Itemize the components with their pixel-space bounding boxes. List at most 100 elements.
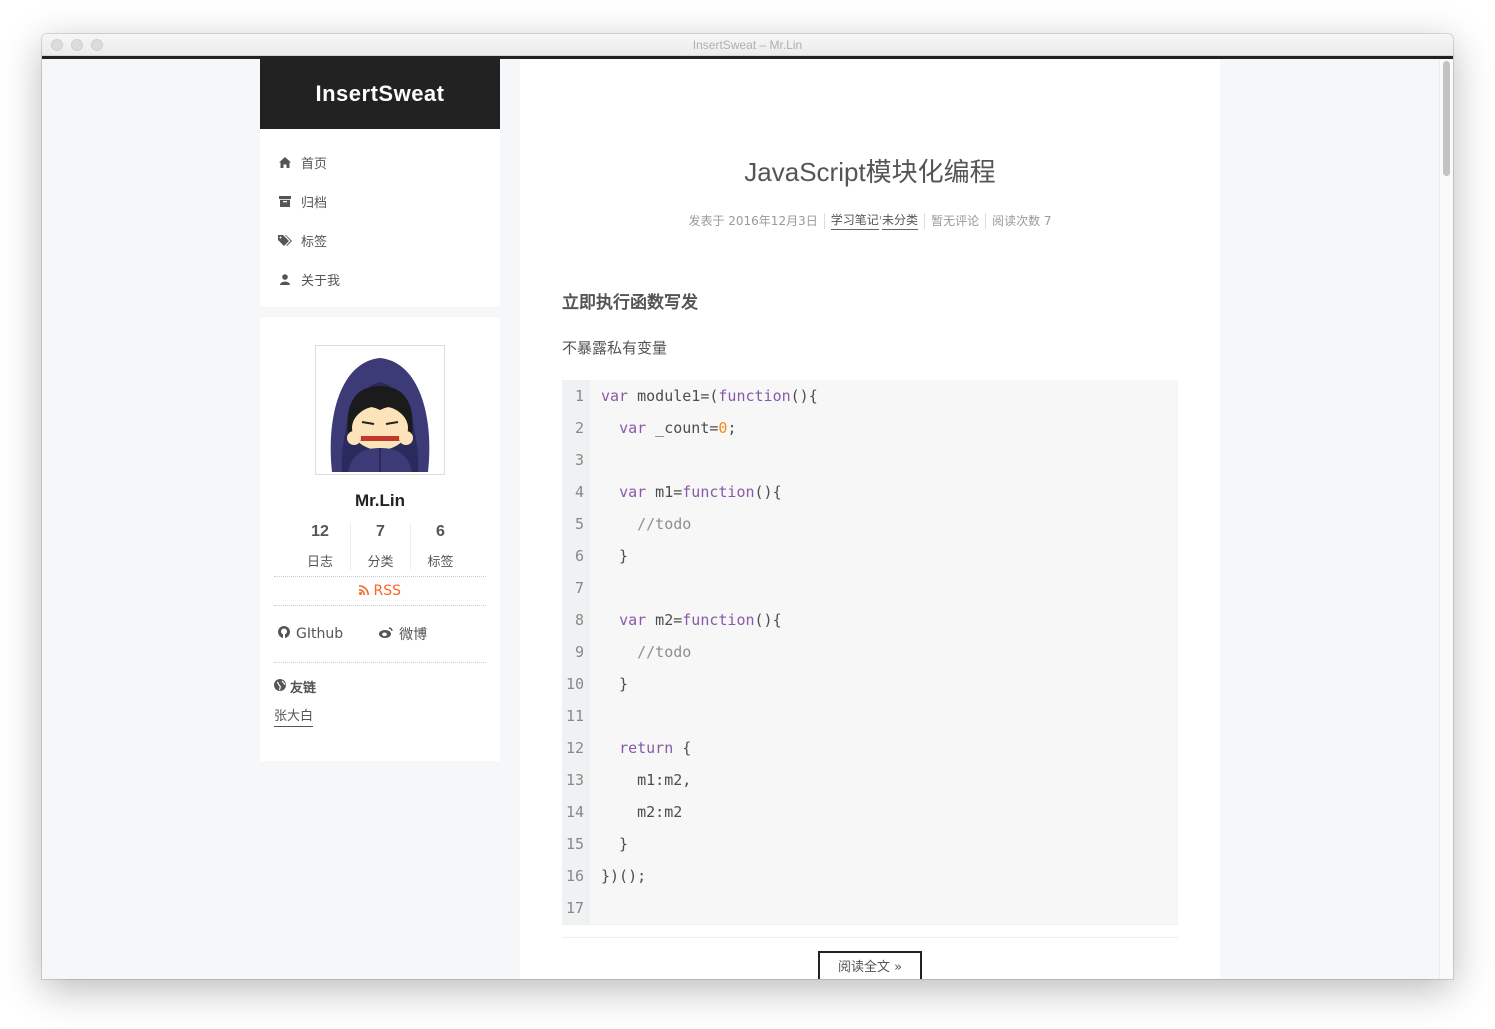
tags-icon bbox=[278, 235, 292, 246]
category-link[interactable]: 未分类 bbox=[882, 211, 919, 230]
code-block: 1 2 3 4 5 6 7 8 9 10 11 12 13 14 15 16 17 var module1=(f… bbox=[562, 380, 1178, 925]
comments-count[interactable]: 暂无评论 bbox=[931, 212, 979, 229]
github-link[interactable]: GIthub bbox=[278, 624, 343, 644]
post-divider bbox=[562, 937, 1178, 938]
post-title[interactable]: JavaScript模块化编程 bbox=[520, 152, 1220, 189]
code-line: //todo bbox=[637, 643, 692, 661]
nav-item-about[interactable]: 关于我 bbox=[260, 260, 500, 299]
meta-divider bbox=[823, 212, 825, 229]
line-number: 15 bbox=[565, 835, 584, 853]
scrollbar-thumb[interactable] bbox=[1443, 61, 1450, 176]
line-number: 2 bbox=[574, 419, 584, 437]
rss-icon bbox=[359, 583, 373, 599]
line-number: 5 bbox=[574, 515, 584, 533]
site-stats: 12 日志 7 分类 6 标签 bbox=[274, 523, 486, 570]
weibo-link[interactable]: 微博 bbox=[379, 624, 427, 644]
post-body: 立即执行函数写发 不暴露私有变量 1 2 3 4 5 6 7 8 9 10 11 12 13 14 15 16… bbox=[520, 288, 1220, 979]
nav-label: 归档 bbox=[301, 196, 328, 211]
post-date: 发表于 2016年12月3日 bbox=[688, 214, 818, 228]
window-controls bbox=[51, 39, 103, 51]
stat-label: 标签 bbox=[427, 555, 454, 570]
blogroll-title: 友链 bbox=[274, 677, 486, 696]
line-number: 12 bbox=[565, 739, 584, 757]
code-line: var m2=function(){ bbox=[619, 611, 782, 629]
stat-number: 12 bbox=[311, 523, 329, 540]
archive-icon bbox=[278, 196, 292, 207]
nav-item-archive[interactable]: 归档 bbox=[260, 182, 500, 221]
sidebar: InsertSweat 首页 归档 标签 关于我 Mr.Lin 12 日志 7 … bbox=[260, 59, 500, 761]
code-line: } bbox=[601, 835, 629, 853]
code-lines: var module1=(function(){ var _count=0; v… bbox=[590, 380, 818, 924]
code-line: m2:m2 bbox=[601, 803, 683, 821]
close-window-button[interactable] bbox=[51, 39, 63, 51]
scrollbar-track[interactable] bbox=[1439, 59, 1453, 979]
code-line: } bbox=[601, 547, 629, 565]
meta-divider bbox=[924, 212, 926, 229]
line-number: 8 bbox=[574, 611, 584, 629]
read-more-wrap: 阅读全文 » bbox=[562, 951, 1178, 979]
blogroll: 友链 张大白 bbox=[274, 663, 486, 727]
line-number: 7 bbox=[574, 579, 584, 597]
post-content: JavaScript模块化编程 发表于 2016年12月3日 学习笔记 ' 未分… bbox=[520, 59, 1220, 979]
stat-categories[interactable]: 7 分类 bbox=[350, 523, 410, 570]
nav-label: 首页 bbox=[301, 157, 328, 172]
avatar-illustration bbox=[318, 348, 442, 472]
line-numbers: 1 2 3 4 5 6 7 8 9 10 11 12 13 14 15 16 17 bbox=[562, 380, 590, 924]
line-number: 10 bbox=[565, 675, 584, 693]
line-number: 17 bbox=[565, 899, 584, 917]
code-line: m1:m2, bbox=[601, 771, 692, 789]
paragraph: 不暴露私有变量 bbox=[562, 339, 668, 357]
meta-divider bbox=[985, 212, 987, 229]
nav-label: 关于我 bbox=[301, 274, 341, 289]
blogroll-label: 友链 bbox=[290, 681, 317, 696]
minimize-window-button[interactable] bbox=[71, 39, 83, 51]
line-number: 13 bbox=[565, 771, 584, 789]
home-icon bbox=[278, 157, 292, 168]
code-line: var m1=function(){ bbox=[619, 483, 782, 501]
blogroll-link[interactable]: 张大白 bbox=[274, 705, 314, 727]
code-line: var _count=0; bbox=[619, 419, 737, 437]
nav-item-tags[interactable]: 标签 bbox=[260, 221, 500, 260]
line-number: 1 bbox=[574, 387, 584, 405]
title-bar: InsertSweat – Mr.Lin bbox=[42, 34, 1453, 56]
author-profile: Mr.Lin 12 日志 7 分类 6 标签 RSS GIthub 微博 友链 … bbox=[260, 317, 500, 761]
code-line: //todo bbox=[637, 515, 692, 533]
code-line: var module1=(function(){ bbox=[601, 387, 818, 405]
stat-number: 6 bbox=[436, 523, 445, 540]
read-more-button[interactable]: 阅读全文 » bbox=[817, 951, 923, 979]
code-line: return { bbox=[619, 739, 692, 757]
section-heading: 立即执行函数写发 bbox=[562, 293, 698, 313]
stat-tags[interactable]: 6 标签 bbox=[410, 523, 470, 570]
zoom-window-button[interactable] bbox=[91, 39, 103, 51]
avatar bbox=[315, 345, 445, 475]
github-label: GIthub bbox=[296, 626, 344, 642]
github-icon bbox=[278, 626, 290, 642]
social-links: GIthub 微博 bbox=[274, 606, 486, 663]
stat-label: 日志 bbox=[306, 555, 333, 570]
nav-item-home[interactable]: 首页 bbox=[260, 143, 500, 182]
line-number: 4 bbox=[574, 483, 584, 501]
site-nav: 首页 归档 标签 关于我 bbox=[260, 129, 500, 307]
stat-label: 分类 bbox=[367, 555, 394, 570]
line-number: 9 bbox=[574, 643, 584, 661]
rss-link[interactable]: RSS bbox=[274, 576, 486, 606]
code-line: })(); bbox=[601, 867, 647, 885]
category-link[interactable]: 学习笔记 bbox=[830, 211, 879, 230]
user-icon bbox=[278, 274, 292, 285]
nav-label: 标签 bbox=[301, 235, 328, 250]
browser-window: InsertSweat – Mr.Lin InsertSweat 首页 归档 标… bbox=[42, 34, 1453, 979]
stat-posts[interactable]: 12 日志 bbox=[290, 523, 350, 570]
page-viewport: InsertSweat 首页 归档 标签 关于我 Mr.Lin 12 日志 7 … bbox=[42, 59, 1453, 979]
stat-number: 7 bbox=[376, 523, 385, 540]
rss-label: RSS bbox=[373, 583, 401, 599]
site-brand[interactable]: InsertSweat bbox=[260, 59, 500, 129]
window-title: InsertSweat – Mr.Lin bbox=[692, 38, 803, 52]
line-number: 14 bbox=[565, 803, 584, 821]
post-meta: 发表于 2016年12月3日 学习笔记 ' 未分类 暂无评论 阅读次数 7 bbox=[520, 211, 1220, 230]
author-name: Mr.Lin bbox=[354, 491, 406, 510]
line-number: 16 bbox=[565, 867, 584, 885]
weibo-label: 微博 bbox=[399, 627, 428, 643]
